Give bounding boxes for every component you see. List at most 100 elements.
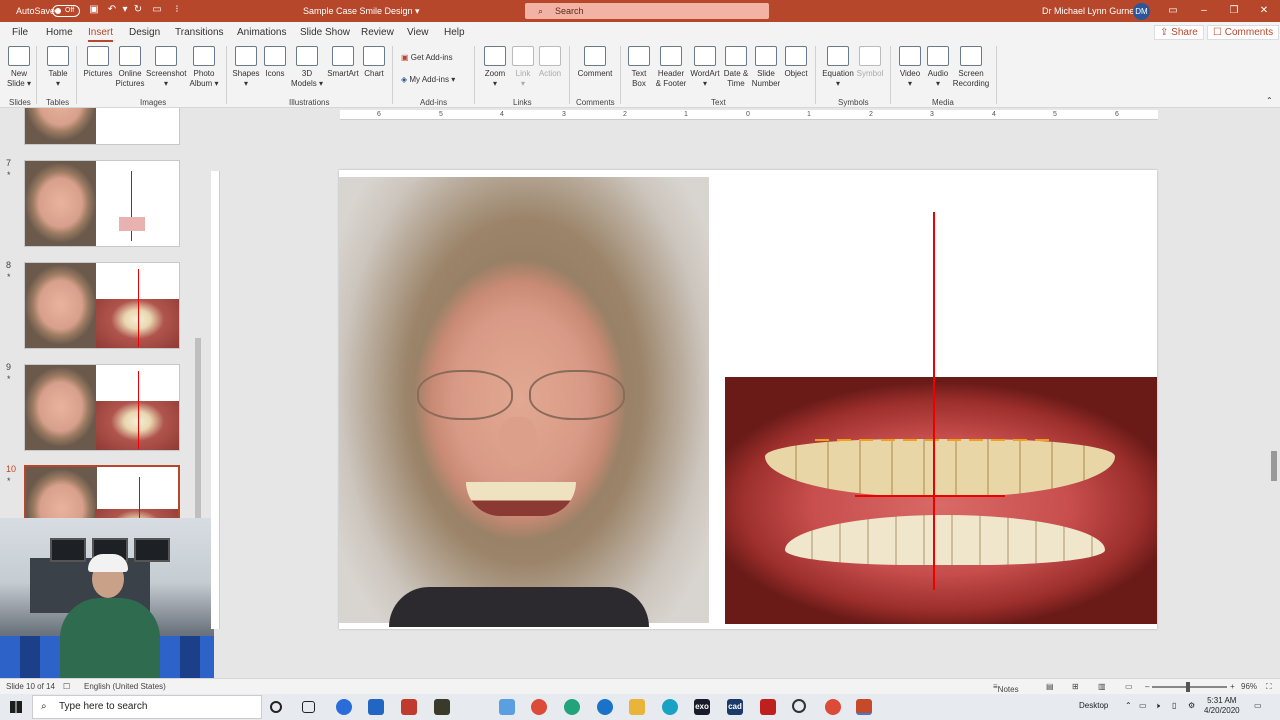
- taskbar-search-input[interactable]: ⌕ Type here to search: [32, 695, 262, 719]
- notes-button[interactable]: ≡ Notes: [993, 682, 1019, 694]
- tab-slide-show[interactable]: Slide Show: [300, 27, 350, 38]
- tab-design[interactable]: Design: [129, 27, 160, 38]
- visual-studio-icon[interactable]: [368, 699, 384, 715]
- get-addins-button[interactable]: ▣ Get Add-ins: [401, 53, 453, 62]
- zoom-slider[interactable]: [1152, 682, 1227, 692]
- exocad-icon[interactable]: exo: [694, 699, 710, 715]
- minimize-icon[interactable]: –: [1197, 4, 1211, 18]
- text-box-button[interactable]: Text Box: [626, 46, 652, 89]
- chart-button[interactable]: Chart: [362, 46, 386, 79]
- slideshow-view-icon[interactable]: ▭: [1125, 682, 1133, 691]
- tray-chevron-icon[interactable]: ⌃: [1125, 701, 1132, 710]
- date-time-button[interactable]: Date & Time: [722, 46, 750, 89]
- autosave-toggle[interactable]: Off: [52, 5, 80, 17]
- tab-file[interactable]: File: [12, 27, 28, 38]
- 3d-models-button[interactable]: 3D Models ▾: [290, 46, 324, 89]
- tab-home[interactable]: Home: [46, 27, 73, 38]
- ribbon-display-icon[interactable]: ▭: [1166, 4, 1180, 18]
- network-icon[interactable]: ▭: [1139, 701, 1147, 710]
- tab-insert[interactable]: Insert: [88, 27, 114, 42]
- cortana-icon[interactable]: [270, 701, 282, 713]
- collapse-ribbon-icon[interactable]: ⌃: [1266, 96, 1273, 105]
- video-button[interactable]: Video ▾: [897, 46, 923, 89]
- battery-icon[interactable]: ▯: [1172, 701, 1176, 710]
- new-slide-button[interactable]: New Slide ▾: [6, 46, 32, 89]
- spelling-icon[interactable]: ☐: [63, 682, 70, 691]
- refresh-app-icon[interactable]: [336, 699, 352, 715]
- undo-dropdown-icon[interactable]: ▾: [119, 4, 131, 16]
- acrobat-icon[interactable]: [760, 699, 776, 715]
- fit-slide-icon[interactable]: ⛶: [1266, 682, 1272, 692]
- close-icon[interactable]: ✕: [1257, 4, 1271, 18]
- avatar[interactable]: DM: [1133, 3, 1150, 20]
- powerpoint-icon[interactable]: [856, 699, 872, 715]
- system-clock[interactable]: 5:31 AM 4/20/2020: [1204, 696, 1240, 716]
- redo-icon[interactable]: ↻: [132, 4, 144, 16]
- screen-recording-button[interactable]: Screen Recording: [952, 46, 990, 89]
- facial-midline[interactable]: [933, 212, 935, 590]
- horizontal-ruler[interactable]: 6 5 4 3 2 1 0 1 2 3 4 5 6: [340, 110, 1158, 120]
- tab-animations[interactable]: Animations: [237, 27, 286, 38]
- tab-help[interactable]: Help: [444, 27, 465, 38]
- symbol-button[interactable]: Symbol: [856, 46, 884, 79]
- pictures-button[interactable]: Pictures: [82, 46, 114, 79]
- screenshot-button[interactable]: Screenshot ▾: [146, 46, 186, 89]
- patient-face-photo[interactable]: [339, 177, 709, 627]
- language-indicator[interactable]: English (United States): [84, 682, 166, 691]
- my-addins-button[interactable]: ◈ My Add-ins ▾: [401, 75, 455, 84]
- online-pictures-button[interactable]: Online Pictures: [115, 46, 145, 89]
- app-icon[interactable]: [499, 699, 515, 715]
- restore-icon[interactable]: ❐: [1227, 4, 1241, 18]
- tab-transitions[interactable]: Transitions: [175, 27, 224, 38]
- desktop-toolbar-label[interactable]: Desktop: [1079, 701, 1108, 710]
- share-button[interactable]: ⇪ Share: [1154, 25, 1204, 40]
- vertical-ruler[interactable]: [211, 171, 220, 629]
- zoom-out-icon[interactable]: –: [1145, 682, 1149, 691]
- comment-button[interactable]: Comment: [576, 46, 614, 79]
- slide-thumbnail-6[interactable]: [24, 108, 180, 145]
- document-title[interactable]: Sample Case Smile Design ▾: [303, 6, 420, 17]
- save-icon[interactable]: ▣: [88, 4, 100, 16]
- scrollbar-thumb[interactable]: [1271, 451, 1277, 481]
- slide-thumbnail-10[interactable]: [24, 465, 180, 518]
- wordart-button[interactable]: WordArt ▾: [689, 46, 721, 89]
- slide-scrollbar[interactable]: [1268, 108, 1280, 678]
- action-button[interactable]: Action: [537, 46, 563, 79]
- photo-album-button[interactable]: Photo Album ▾: [188, 46, 220, 89]
- equation-button[interactable]: Equation ▾: [821, 46, 855, 89]
- intraoral-teeth-photo[interactable]: [725, 377, 1157, 624]
- slide-sorter-icon[interactable]: ⊞: [1072, 682, 1079, 691]
- app-icon[interactable]: [564, 699, 580, 715]
- present-icon[interactable]: ▭: [151, 4, 163, 16]
- table-button[interactable]: Table ▾: [44, 46, 72, 89]
- scrollbar-thumb[interactable]: [195, 338, 201, 518]
- link-button[interactable]: Link ▾: [511, 46, 535, 89]
- zoom-level[interactable]: 96%: [1241, 682, 1257, 691]
- task-view-icon[interactable]: [302, 701, 315, 713]
- tab-review[interactable]: Review: [361, 27, 394, 38]
- slide-thumbnail-9[interactable]: [24, 364, 180, 451]
- zoom-button[interactable]: Zoom ▾: [481, 46, 509, 89]
- edge-icon[interactable]: [597, 699, 613, 715]
- volume-icon[interactable]: 🕨: [1155, 701, 1160, 711]
- slide-thumbnail-8[interactable]: [24, 262, 180, 349]
- object-button[interactable]: Object: [783, 46, 809, 79]
- user-name[interactable]: Dr Michael Lynn Gurney: [1042, 6, 1139, 16]
- chrome-icon[interactable]: [531, 699, 547, 715]
- slide-canvas[interactable]: [339, 170, 1157, 629]
- settings-icon[interactable]: ⚙: [1188, 701, 1195, 710]
- pdf-app-icon[interactable]: [401, 699, 417, 715]
- chrome-icon[interactable]: [825, 699, 841, 715]
- normal-view-icon[interactable]: ▤: [1046, 682, 1054, 691]
- reading-view-icon[interactable]: ▥: [1098, 682, 1106, 691]
- header-footer-button[interactable]: Header & Footer: [654, 46, 688, 89]
- start-button[interactable]: [0, 694, 32, 720]
- search-input[interactable]: ⌕ Search: [525, 3, 769, 19]
- cad-app-icon[interactable]: cad: [727, 699, 743, 715]
- slide-number-button[interactable]: Slide Number: [750, 46, 782, 89]
- comments-button[interactable]: ☐ Comments: [1207, 25, 1280, 40]
- slide-thumbnail-7[interactable]: [24, 160, 180, 247]
- app-icon[interactable]: [792, 699, 806, 713]
- audio-button[interactable]: Audio ▾: [925, 46, 951, 89]
- undo-icon[interactable]: ↶: [106, 4, 118, 16]
